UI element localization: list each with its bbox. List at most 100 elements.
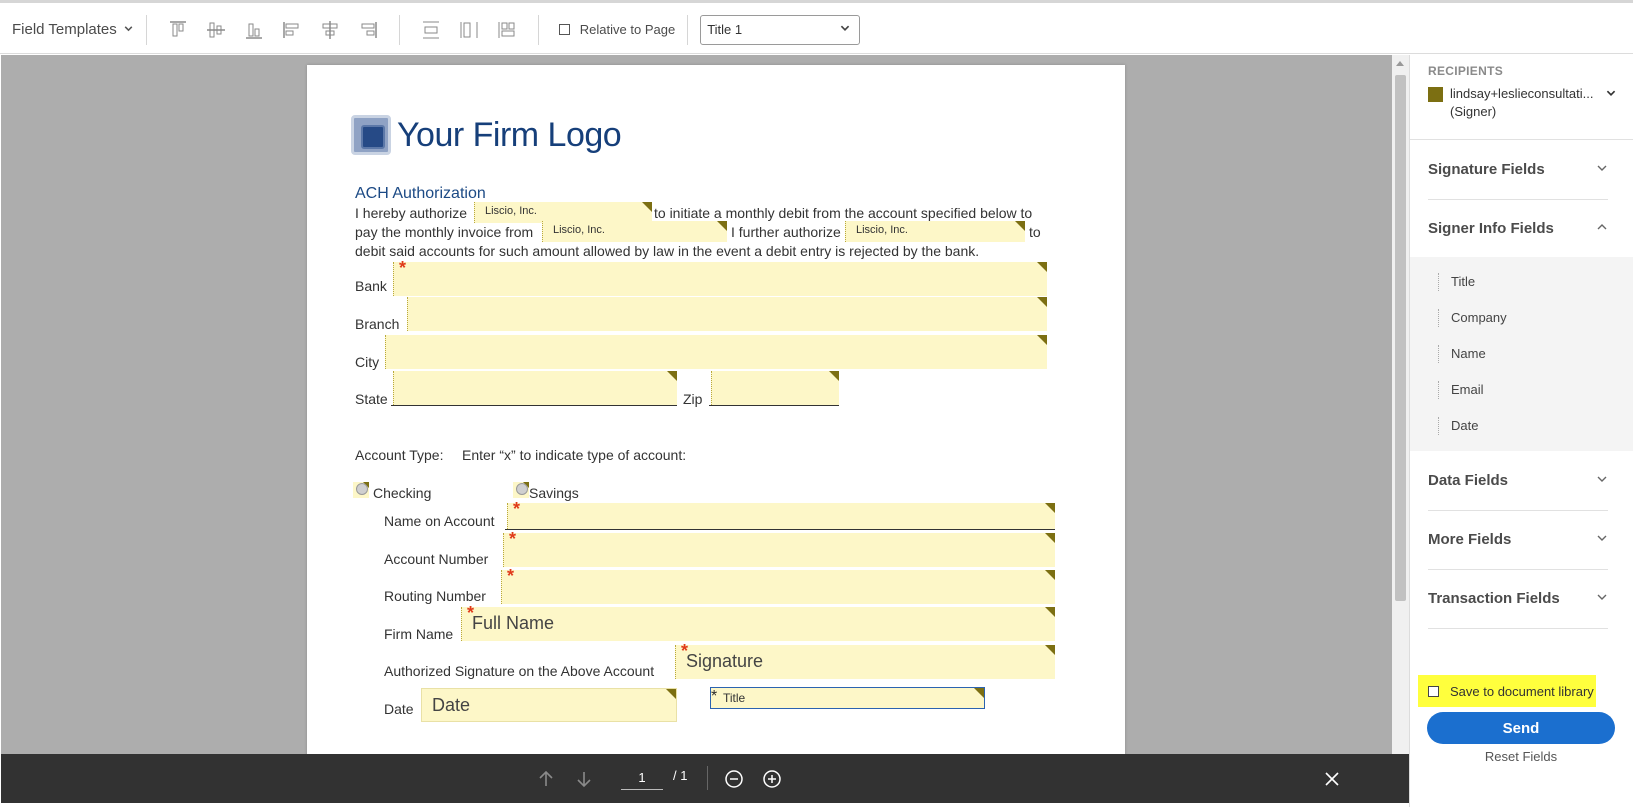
field-flag-icon xyxy=(1045,607,1055,617)
field-templates-menu[interactable]: Field Templates xyxy=(0,6,134,53)
toolbar: Field Templates Relative to Page Title 1 xyxy=(0,6,1633,54)
city-field[interactable] xyxy=(385,335,1047,369)
arrow-up-icon[interactable] xyxy=(535,768,557,790)
chevron-down-icon xyxy=(1596,531,1608,548)
signer-info-list: Title Company Name Email Date xyxy=(1410,257,1633,451)
align-top-icon[interactable] xyxy=(159,12,197,48)
align-left-icon[interactable] xyxy=(273,12,311,48)
title-field-selected[interactable]: * Title xyxy=(710,687,985,709)
field-flag-icon xyxy=(666,689,676,699)
branch-field[interactable] xyxy=(407,297,1047,331)
zoom-out-icon[interactable] xyxy=(723,768,745,790)
city-label: City xyxy=(355,354,380,370)
name-on-account-underline xyxy=(505,529,1055,530)
document-canvas: Your Firm Logo ACH Authorization I hereb… xyxy=(1,55,1393,754)
routing-number-label: Routing Number xyxy=(384,588,486,604)
recipient-role: (Signer) xyxy=(1450,104,1497,119)
zip-field[interactable] xyxy=(711,371,839,405)
para-text: pay the monthly invoice from xyxy=(355,224,534,240)
section-transaction-fields[interactable]: Transaction Fields xyxy=(1428,569,1608,629)
distribute-vertical-icon[interactable] xyxy=(412,12,450,48)
savings-radio[interactable] xyxy=(513,482,529,498)
para-text: I further authorize xyxy=(731,224,841,240)
firm-logo: Your Firm Logo xyxy=(351,115,622,155)
section-more-fields[interactable]: More Fields xyxy=(1428,510,1608,570)
toolbar-divider xyxy=(145,14,147,45)
field-flag-icon xyxy=(1037,297,1047,307)
chevron-down-icon[interactable] xyxy=(1605,87,1617,102)
align-center-icon[interactable] xyxy=(311,12,349,48)
field-flag-icon xyxy=(1045,645,1055,655)
required-icon: * xyxy=(509,529,517,549)
field-templates-label: Field Templates xyxy=(12,21,117,38)
close-icon[interactable] xyxy=(1321,768,1343,790)
firm-name-label: Firm Name xyxy=(384,626,454,642)
recipient-info: lindsay+leslieconsultati... (Signer) xyxy=(1450,85,1593,121)
logo-mark-icon xyxy=(351,115,391,155)
scroll-up-icon[interactable] xyxy=(1396,61,1404,66)
fields-panel: RECIPIENTS lindsay+leslieconsultati... (… xyxy=(1409,55,1633,807)
section-data-fields[interactable]: Data Fields xyxy=(1428,451,1608,511)
page-total: / 1 xyxy=(673,768,688,783)
logo-text: Your Firm Logo xyxy=(397,115,622,154)
align-middle-icon[interactable] xyxy=(197,12,235,48)
document-page: Your Firm Logo ACH Authorization I hereb… xyxy=(307,65,1125,754)
send-button[interactable]: Send xyxy=(1427,712,1615,744)
recipient-selector[interactable]: lindsay+leslieconsultati... (Signer) xyxy=(1428,85,1593,121)
full-name-placeholder: Full Name xyxy=(472,613,555,633)
name-on-account-field[interactable]: * xyxy=(507,499,1055,529)
para-text: to xyxy=(1029,224,1041,240)
signature-field[interactable]: * Signature xyxy=(675,641,1055,679)
signer-field-company[interactable]: Company xyxy=(1438,309,1507,327)
page-number-input[interactable]: 1 xyxy=(621,766,663,790)
arrow-down-icon[interactable] xyxy=(573,768,595,790)
scrollbar-thumb[interactable] xyxy=(1395,75,1406,601)
checking-radio[interactable] xyxy=(353,482,369,498)
toolbar-divider xyxy=(537,14,539,45)
section-signature-fields[interactable]: Signature Fields xyxy=(1428,140,1608,200)
section-label: More Fields xyxy=(1428,531,1512,548)
signer-field-date[interactable]: Date xyxy=(1438,417,1478,435)
company-field-value: Liscio, Inc. xyxy=(856,224,908,236)
toolbar-divider xyxy=(398,14,400,45)
field-flag-icon xyxy=(363,482,369,488)
zoom-in-icon[interactable] xyxy=(761,768,783,790)
signer-field-email[interactable]: Email xyxy=(1438,381,1484,399)
checkbox-icon xyxy=(558,24,570,35)
firm-name-field[interactable]: * Full Name xyxy=(461,603,1055,641)
field-flag-icon xyxy=(717,221,727,231)
state-field[interactable] xyxy=(393,371,677,405)
name-on-account-label: Name on Account xyxy=(384,513,495,529)
field-flag-icon xyxy=(642,202,652,212)
date-field[interactable]: Date xyxy=(421,688,677,722)
document-scrollbar[interactable] xyxy=(1392,55,1409,754)
section-label: Transaction Fields xyxy=(1428,590,1560,607)
align-bottom-icon[interactable] xyxy=(235,12,273,48)
state-label: State xyxy=(355,391,388,407)
signer-field-title[interactable]: Title xyxy=(1438,273,1475,291)
chevron-down-icon xyxy=(1596,590,1608,607)
section-signer-info-fields[interactable]: Signer Info Fields xyxy=(1428,198,1608,258)
save-to-library-checkbox[interactable]: Save to document library xyxy=(1418,675,1596,707)
relative-to-page-checkbox[interactable]: Relative to Page xyxy=(558,22,675,37)
field-flag-icon xyxy=(829,371,839,381)
account-number-field[interactable]: * xyxy=(503,529,1055,567)
match-size-icon[interactable] xyxy=(488,12,526,48)
company-field[interactable]: Liscio, Inc. xyxy=(542,221,727,242)
reset-fields-link[interactable]: Reset Fields xyxy=(1427,749,1615,764)
company-field[interactable]: Liscio, Inc. xyxy=(474,202,652,223)
company-field[interactable]: Liscio, Inc. xyxy=(845,221,1025,242)
align-right-icon[interactable] xyxy=(349,12,387,48)
signer-field-name[interactable]: Name xyxy=(1438,345,1486,363)
field-select-dropdown[interactable]: Title 1 xyxy=(700,14,861,45)
para-text: debit said accounts for such amount allo… xyxy=(355,243,980,259)
bank-field[interactable]: * xyxy=(393,258,1047,296)
required-icon: * xyxy=(507,566,515,586)
company-field-value: Liscio, Inc. xyxy=(553,224,605,236)
chevron-down-icon xyxy=(123,23,134,37)
distribute-horizontal-icon[interactable] xyxy=(450,12,488,48)
section-label: Signer Info Fields xyxy=(1428,219,1554,237)
field-flag-icon xyxy=(974,688,984,698)
routing-number-field[interactable]: * xyxy=(501,566,1055,604)
field-flag-icon xyxy=(1045,503,1055,513)
